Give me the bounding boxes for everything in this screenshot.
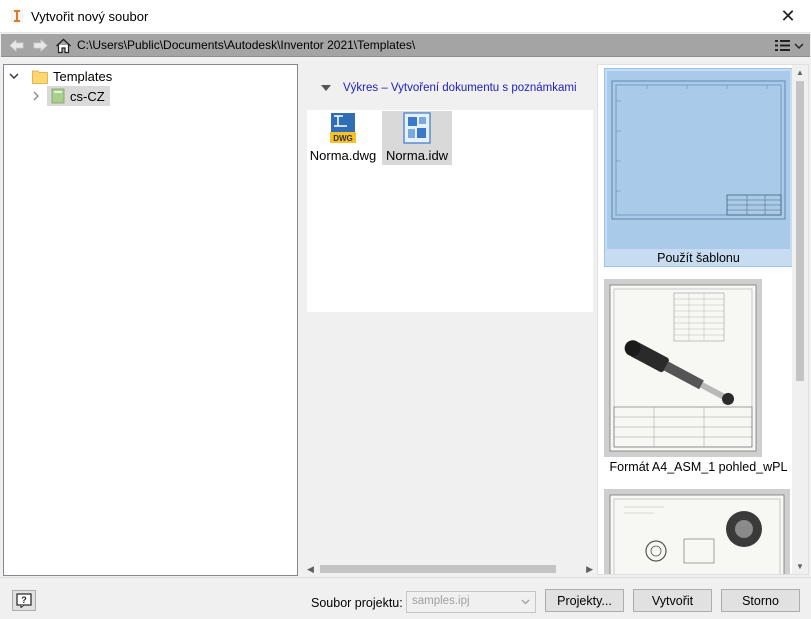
assembly-drawing-thumbnail — [604, 279, 762, 457]
tree-item-label: cs-CZ — [65, 87, 110, 105]
scrollbar-thumb[interactable] — [320, 565, 556, 573]
chevron-down-icon — [521, 599, 530, 605]
file-item-norma-dwg[interactable]: DWG Norma.dwg — [308, 111, 378, 165]
preview-card-a4-asm[interactable]: Formát A4_ASM_1 pohled_wPL — [604, 279, 793, 479]
project-file-select[interactable]: samples.ipj — [406, 591, 536, 613]
chevron-right-icon[interactable] — [29, 89, 43, 103]
scroll-up-icon[interactable]: ▲ — [796, 68, 804, 77]
drawing-sheet-thumbnail — [607, 71, 790, 249]
home-icon — [56, 38, 71, 53]
preview-strip: Použít šablonu Formát A4_ASM_1 pohled_wP… — [597, 64, 809, 575]
help-icon: ? — [16, 593, 32, 608]
path-display[interactable]: C:\Users\Public\Documents\Autodesk\Inven… — [77, 38, 415, 52]
title-bar: Vytvořit nový soubor ✕ — [0, 0, 811, 33]
folder-icon — [32, 70, 48, 84]
group-header[interactable]: Výkres – Vytvoření dokumentu s poznámkam… — [307, 68, 593, 108]
close-icon: ✕ — [780, 5, 796, 26]
scrollbar-thumb[interactable] — [796, 81, 804, 381]
file-label: Norma.dwg — [309, 148, 377, 163]
forward-button[interactable] — [32, 37, 49, 54]
idw-file-icon — [403, 112, 431, 144]
forward-arrow-icon — [33, 39, 48, 52]
project-file-label: Soubor projektu: — [311, 596, 403, 610]
dwg-badge: DWG — [333, 134, 353, 143]
preview-caption: Formát A4_ASM_1 pohled_wPL — [609, 460, 788, 474]
tree-item-templates[interactable]: Templates — [7, 66, 117, 86]
group-title: Výkres – Vytvoření dokumentu s poznámkam… — [343, 82, 577, 94]
bottom-bar: ? Soubor projektu: samples.ipj Projekty.… — [0, 577, 811, 619]
projects-button[interactable]: Projekty... — [545, 589, 624, 612]
preview-card-third[interactable] — [604, 489, 793, 574]
tree-item-label: Templates — [53, 68, 113, 84]
scroll-left-icon[interactable]: ◀ — [307, 564, 314, 575]
create-button[interactable]: Vytvořit — [633, 589, 712, 612]
preview-card-use-template[interactable]: Použít šablonu — [604, 68, 793, 267]
back-arrow-icon — [9, 39, 24, 52]
svg-text:?: ? — [21, 595, 27, 605]
part-drawing-thumbnail — [604, 489, 790, 574]
close-button[interactable]: ✕ — [765, 0, 811, 32]
template-folder-icon — [51, 88, 65, 104]
vertical-scrollbar[interactable]: ▲ ▼ — [792, 65, 808, 574]
file-label: Norma.idw — [385, 148, 449, 163]
dwg-file-icon: DWG — [330, 113, 356, 143]
chevron-down-icon[interactable] — [7, 69, 21, 83]
folder-tree: Templates cs-CZ — [3, 64, 298, 576]
address-bar: C:\Users\Public\Documents\Autodesk\Inven… — [1, 34, 810, 57]
files-pane: DWG Norma.dwg Norma.idw — [307, 110, 593, 312]
scroll-down-icon[interactable]: ▼ — [796, 562, 804, 571]
preview-caption: Použít šablonu — [657, 251, 740, 265]
help-button[interactable]: ? — [12, 590, 36, 611]
tree-item-cs-cz[interactable]: cs-CZ — [29, 86, 110, 106]
inventor-app-icon — [11, 9, 23, 23]
view-options-button[interactable] — [774, 38, 804, 53]
horizontal-scrollbar[interactable]: ◀ ▶ — [306, 563, 594, 575]
back-button[interactable] — [8, 37, 25, 54]
scroll-right-icon[interactable]: ▶ — [586, 564, 593, 575]
project-file-value: samples.ipj — [412, 595, 470, 607]
cancel-button[interactable]: Storno — [721, 589, 800, 612]
collapse-triangle-icon — [321, 85, 331, 91]
list-view-icon — [775, 40, 804, 51]
home-button[interactable] — [55, 37, 72, 54]
file-item-norma-idw[interactable]: Norma.idw — [382, 111, 452, 165]
window-title: Vytvořit nový soubor — [31, 9, 149, 24]
